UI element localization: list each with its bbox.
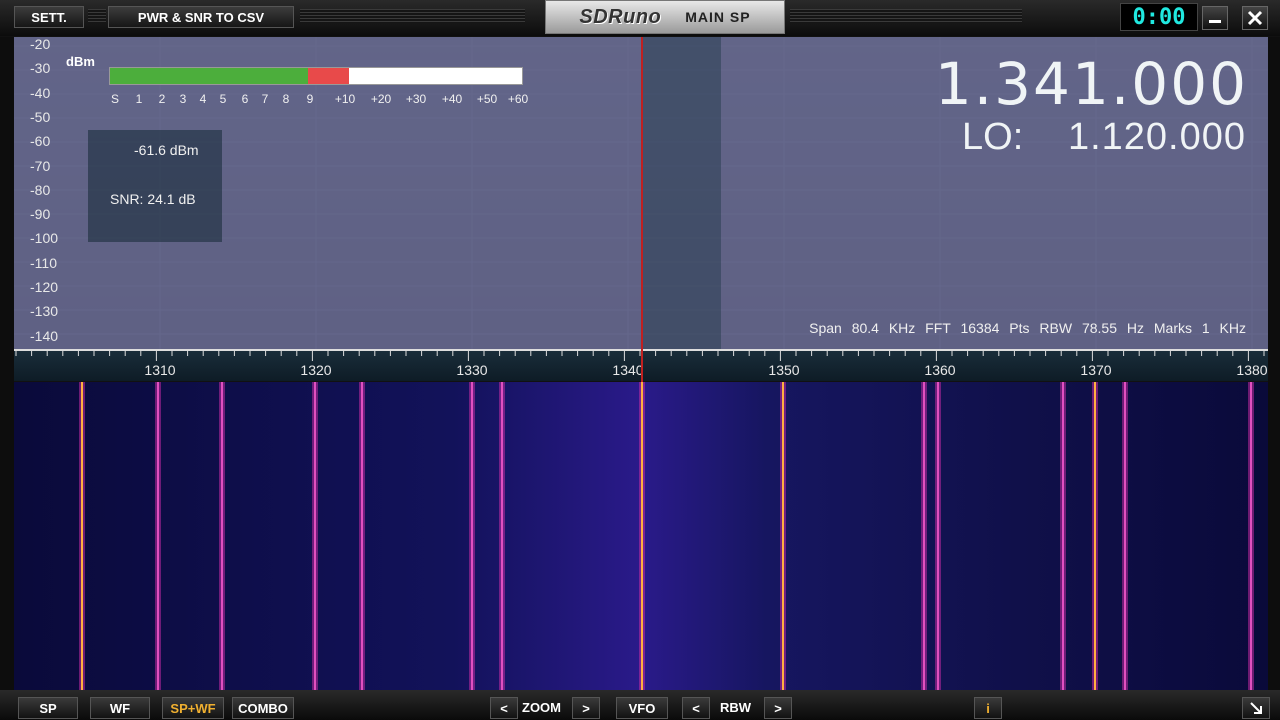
s-meter-scale-label: 3 [179, 92, 187, 106]
x-tick-label: 1310 [144, 362, 176, 378]
s-meter-scale-label: +50 [476, 92, 498, 106]
power-readout: -61.6 dBm [134, 142, 199, 158]
s-meter-scale-label: 6 [241, 92, 249, 106]
y-tick-label: -90 [30, 206, 51, 223]
s-meter-scale-label: 5 [219, 92, 227, 106]
zoom-out-button[interactable]: < [490, 697, 518, 719]
y-tick-label: -130 [30, 303, 59, 320]
rbw-down-button[interactable]: < [682, 697, 710, 719]
s-meter-scale-label: 9 [306, 92, 314, 106]
s-meter-scale-label: 1 [135, 92, 143, 106]
pwr-snr-csv-button[interactable]: PWR & SNR TO CSV [108, 6, 294, 28]
left-edge [0, 37, 14, 690]
snr-readout: SNR: 24.1 dB [110, 191, 196, 207]
chevron-left-icon: < [500, 700, 508, 716]
s-meter-scale-label: +20 [370, 92, 392, 106]
sp-button[interactable]: SP [18, 697, 78, 719]
s-meter-scale-label: S [110, 92, 120, 106]
s-meter-red-bar [307, 68, 349, 84]
x-tick-label: 1320 [300, 362, 332, 378]
s-meter-scale-label: +10 [334, 92, 356, 106]
s-meter-scale-label: +30 [405, 92, 427, 106]
top-bar: SETT. PWR & SNR TO CSV SDRuno MAIN SP 0:… [0, 0, 1280, 36]
x-tick-label: 1350 [768, 362, 800, 378]
top-bar-grooves [300, 9, 525, 23]
window-title[interactable]: SDRuno MAIN SP [545, 0, 785, 34]
s-meter-scale-label: 7 [261, 92, 269, 106]
y-tick-label: -70 [30, 157, 51, 174]
waterfall-panel[interactable] [14, 382, 1268, 690]
s-meter-scale-label: +60 [507, 92, 529, 106]
y-tick-label: -30 [30, 60, 51, 77]
s-meter-green-bar [110, 68, 308, 84]
y-tick-label: -140 [30, 327, 59, 344]
settings-button[interactable]: SETT. [14, 6, 84, 28]
vfo-bandwidth-shade [643, 37, 721, 349]
y-tick-label: -50 [30, 108, 51, 125]
x-tick-label: 1380 [1236, 362, 1268, 378]
close-icon[interactable] [1242, 6, 1268, 30]
vfo-marker[interactable] [641, 37, 643, 382]
waterfall-image [14, 382, 1268, 690]
sdruno-logo: SDRuno [579, 5, 662, 28]
chevron-right-icon: > [582, 700, 590, 716]
info-button[interactable]: i [974, 697, 1002, 719]
resize-icon[interactable] [1242, 697, 1270, 719]
combo-button[interactable]: COMBO [232, 697, 294, 719]
lo-label: LO: [962, 116, 1024, 158]
x-tick-label: 1360 [924, 362, 956, 378]
s-meter [109, 67, 523, 85]
y-tick-label: -80 [30, 181, 51, 198]
x-tick-label: 1370 [1080, 362, 1112, 378]
s-meter-scale-label: 2 [158, 92, 166, 106]
y-tick-label: -110 [30, 254, 57, 271]
s-meter-scale-label: 8 [282, 92, 290, 106]
y-tick-label: -100 [30, 230, 59, 247]
minimize-icon[interactable] [1202, 6, 1228, 30]
y-tick-label: -20 [30, 36, 51, 52]
x-tick-label: 1330 [456, 362, 488, 378]
clock-display: 0:00 [1120, 3, 1198, 31]
top-bar-grooves [790, 9, 1022, 23]
y-tick-label: -40 [30, 84, 51, 101]
x-tick-label: 1340 [612, 362, 644, 378]
chevron-left-icon: < [692, 700, 700, 716]
rbw-label: RBW [720, 700, 752, 715]
rbw-up-button[interactable]: > [764, 697, 792, 719]
chevron-right-icon: > [774, 700, 782, 716]
y-tick-label: -120 [30, 279, 59, 295]
zoom-in-button[interactable]: > [572, 697, 600, 719]
y-tick-label: -60 [30, 133, 51, 150]
s-meter-scale-label: 4 [199, 92, 207, 106]
zoom-label: ZOOM [522, 700, 561, 715]
vfo-button[interactable]: VFO [616, 697, 668, 719]
top-bar-grooves [88, 9, 106, 23]
sp-wf-button[interactable]: SP+WF [162, 697, 224, 719]
frequency-display[interactable]: 1.341.000 [935, 50, 1248, 118]
lo-frequency-display[interactable]: 1.120.000 [1068, 116, 1246, 159]
wf-button[interactable]: WF [90, 697, 150, 719]
right-edge [1268, 37, 1280, 690]
spectrum-info: Span 80.4 KHz FFT 16384 Pts RBW 78.55 Hz… [809, 320, 1246, 336]
window-title-text: MAIN SP [685, 9, 751, 25]
s-meter-scale-label: +40 [441, 92, 463, 106]
